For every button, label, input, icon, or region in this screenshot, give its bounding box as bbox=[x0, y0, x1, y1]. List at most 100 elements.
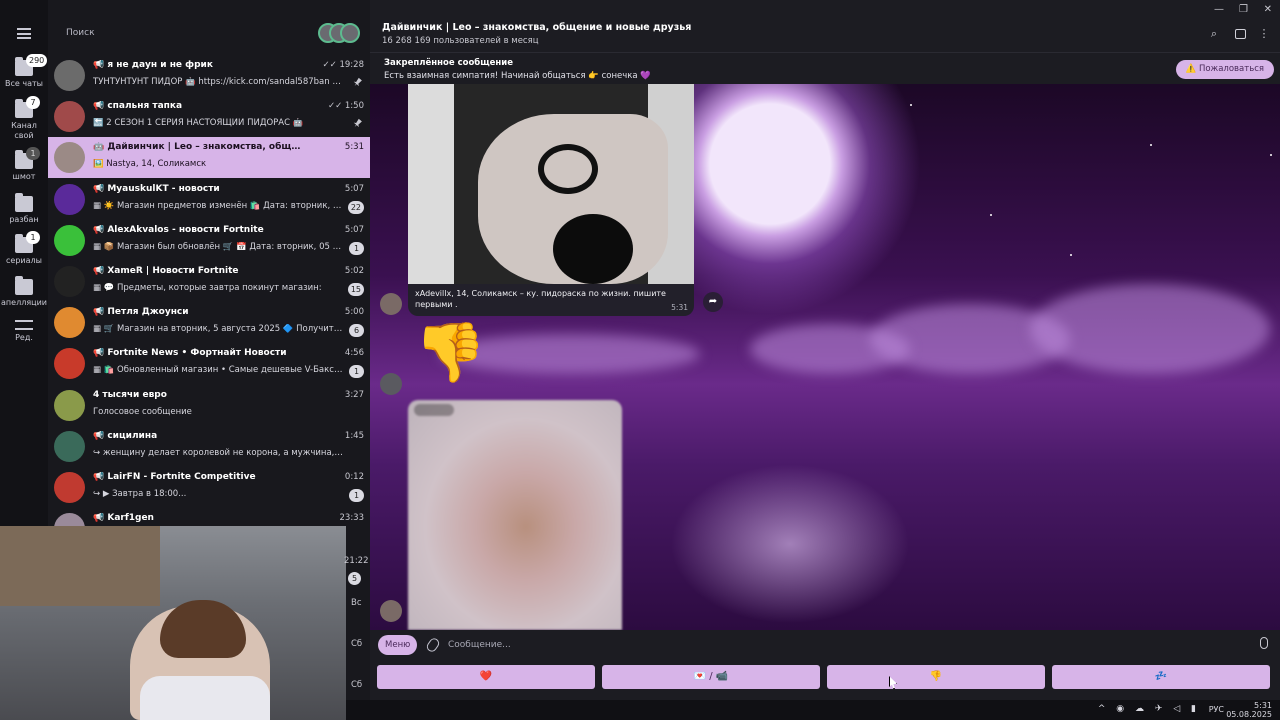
chat-time: 23:33 bbox=[339, 513, 365, 524]
stories-avatars[interactable] bbox=[318, 23, 360, 43]
chat-row[interactable]: 📢 Петля Джоунси ▦ 🛒 Магазин на вторник, 5… bbox=[48, 302, 370, 343]
chat-avatar bbox=[54, 472, 85, 503]
unread-count: 6 bbox=[349, 324, 364, 338]
pinned-message[interactable]: Закреплённое сообщение Есть взаимная сим… bbox=[370, 52, 1280, 84]
folder-all-chats[interactable]: 290 Все чаты bbox=[0, 54, 48, 88]
chat-avatar bbox=[54, 224, 85, 256]
chat-name: 4 тысячи евро bbox=[93, 389, 167, 400]
bot-menu-button[interactable]: Меню bbox=[378, 635, 418, 655]
chat-avatar bbox=[54, 430, 85, 462]
unread-count: 1 bbox=[349, 365, 364, 379]
webcam-shelf bbox=[0, 526, 160, 606]
folder-icon bbox=[15, 193, 33, 212]
wallpaper-cloud bbox=[750, 324, 910, 374]
sender-avatar[interactable] bbox=[380, 373, 402, 395]
folder-label: шмот bbox=[12, 172, 36, 181]
sidebar-toggle-icon[interactable] bbox=[1235, 29, 1246, 39]
language-indicator[interactable]: РУС bbox=[1209, 705, 1224, 714]
folder-label: разбан bbox=[9, 215, 39, 224]
forward-icon[interactable]: ➦ bbox=[703, 292, 723, 312]
unread-count: 22 bbox=[347, 200, 364, 214]
folder-own-channel[interactable]: 7 Канал свой bbox=[0, 96, 48, 141]
chat-name: 📢 AlexAkvalos - новости Fortnite bbox=[93, 224, 264, 235]
chat-preview: ↪ ▶ Завтра в 18:00... bbox=[93, 489, 187, 499]
dislike-button[interactable]: 👎 bbox=[827, 665, 1045, 689]
chat-name: 📢 Петля Джоунси bbox=[93, 307, 189, 318]
star bbox=[1150, 144, 1152, 146]
clock-date: 05.08.2025 bbox=[1226, 710, 1272, 719]
chat-row[interactable]: 📢 MyauskulKT - новости ▦ ☀️ Магазин предм… bbox=[48, 179, 370, 220]
sender-avatar[interactable] bbox=[380, 600, 402, 622]
chat-row[interactable]: 📢 Fortnite News • Фортнайт Новости ▦ 🛍️ О… bbox=[48, 343, 370, 384]
chat-row[interactable]: 📢 я не даун и не фрик ТУНТУНТУНТ ПИДОР 🤖 … bbox=[48, 55, 370, 96]
chat-time: 3:27 bbox=[344, 389, 364, 400]
report-button[interactable]: ⚠️ Пожаловаться bbox=[1175, 60, 1274, 79]
chat-avatar bbox=[54, 389, 85, 421]
chat-row[interactable]: 4 тысячи евро Голосовое сообщение 3:27 bbox=[48, 385, 370, 426]
maximize-icon[interactable]: ❐ bbox=[1239, 4, 1248, 15]
chat-time: 1:45 bbox=[344, 430, 364, 441]
thumbs-down-sticker[interactable]: 👎 bbox=[414, 322, 486, 382]
folder-appeals[interactable]: апелляции bbox=[0, 276, 48, 307]
star bbox=[1270, 154, 1272, 156]
chat-preview: 🖼️ Nastya, 14, Соликамск bbox=[93, 159, 207, 170]
chat-name: 🤖 Дайвинчик | Leo – знакомства, общение … bbox=[93, 142, 303, 153]
chat-time: ✓✓ 1:50 bbox=[327, 101, 364, 112]
star bbox=[990, 214, 992, 216]
pinned-title: Закреплённое сообщение bbox=[384, 58, 513, 68]
profile-photo[interactable] bbox=[408, 84, 694, 284]
photo-mask bbox=[553, 214, 633, 284]
folder-shmot[interactable]: 1 шмот bbox=[0, 147, 48, 181]
close-icon[interactable]: ✕ bbox=[1264, 4, 1272, 15]
folder-razban[interactable]: разбан bbox=[0, 193, 48, 224]
chat-row[interactable]: 📢 спальня тапка 🔙 2 СЕЗОН 1 СЕРИЯ НАСТОЯЩ… bbox=[48, 96, 370, 137]
chat-name: 📢 сицилина bbox=[93, 430, 158, 441]
sleep-button[interactable]: 💤 bbox=[1052, 665, 1270, 689]
star bbox=[910, 104, 912, 106]
sliders-icon bbox=[15, 320, 33, 330]
like-button[interactable]: ❤️ bbox=[377, 665, 595, 689]
chat-time: 5:07 bbox=[344, 183, 364, 194]
moon-reflection bbox=[670, 464, 910, 624]
taskbar: ^ ◉ ☁ ✈ ◁ ▮ РУС 5:31 05.08.2025 bbox=[346, 700, 1280, 720]
chat-avatar bbox=[54, 142, 85, 174]
chat-avatar bbox=[54, 307, 85, 339]
video-message[interactable] bbox=[408, 400, 622, 630]
menu-icon[interactable] bbox=[17, 28, 31, 39]
attach-icon[interactable] bbox=[424, 636, 442, 654]
chat-name: 📢 я не даун и не фрик bbox=[93, 60, 213, 70]
chat-row[interactable]: 🤖 Дайвинчик | Leo – знакомства, общение … bbox=[48, 137, 370, 179]
folder-label: Канал свой bbox=[11, 121, 37, 140]
chat-time: Сб bbox=[351, 639, 363, 649]
search-field[interactable]: Поиск bbox=[58, 16, 308, 50]
unread-count: 5 bbox=[348, 572, 361, 585]
wallpaper-cloud bbox=[1030, 284, 1270, 374]
chat-name: 📢 Fortnite News • Фортнайт Новости bbox=[93, 348, 287, 359]
sender-avatar[interactable] bbox=[380, 293, 402, 315]
tray-icons[interactable]: ^ ◉ ☁ ✈ ◁ ▮ bbox=[1098, 704, 1200, 714]
folder-edit[interactable]: Ред. bbox=[0, 320, 48, 342]
photo-glasses bbox=[538, 144, 598, 194]
chat-time: 4:56 bbox=[344, 348, 364, 359]
search-icon[interactable]: ⌕ bbox=[1208, 28, 1220, 40]
chat-header[interactable]: Дайвинчик | Leo – знакомства, общение и … bbox=[370, 0, 1280, 52]
folder-serials[interactable]: 1 сериалы bbox=[0, 231, 48, 265]
clock[interactable]: 5:31 05.08.2025 bbox=[1226, 701, 1272, 719]
unread-count: 1 bbox=[349, 489, 364, 502]
message-video-button[interactable]: 💌 / 📹 bbox=[602, 665, 820, 689]
folder-label: сериалы bbox=[6, 256, 42, 265]
microphone-icon[interactable] bbox=[1260, 637, 1268, 649]
folder-label: Ред. bbox=[15, 333, 33, 342]
pinned-text: Есть взаимная симпатия! Начинай общаться… bbox=[384, 71, 651, 81]
chat-row[interactable]: 📢 сицилина ↪ женщину делает королевой не … bbox=[48, 426, 370, 467]
chat-row[interactable]: 📢 AlexAkvalos - новости Fortnite ▦ 📦 Мага… bbox=[48, 220, 370, 261]
message-time: 5:31 bbox=[671, 303, 688, 312]
more-icon[interactable]: ⋮ bbox=[1258, 28, 1270, 40]
chat-avatar bbox=[54, 348, 85, 380]
message-input[interactable] bbox=[448, 635, 1228, 655]
chat-preview: ▦ ☀️ Магазин предметов изменён 🛍️ Дата: … bbox=[93, 200, 343, 211]
minimize-icon[interactable]: — bbox=[1214, 4, 1224, 15]
chat-row[interactable]: 📢 LairFN - Fortnite Competitive ↪ ▶ Завтр… bbox=[48, 467, 370, 508]
chat-preview: ↪ женщину делает королевой не корона, а … bbox=[93, 447, 343, 458]
chat-row[interactable]: 📢 XameR | Новости Fortnite ▦ 💬 Предметы, … bbox=[48, 261, 370, 302]
